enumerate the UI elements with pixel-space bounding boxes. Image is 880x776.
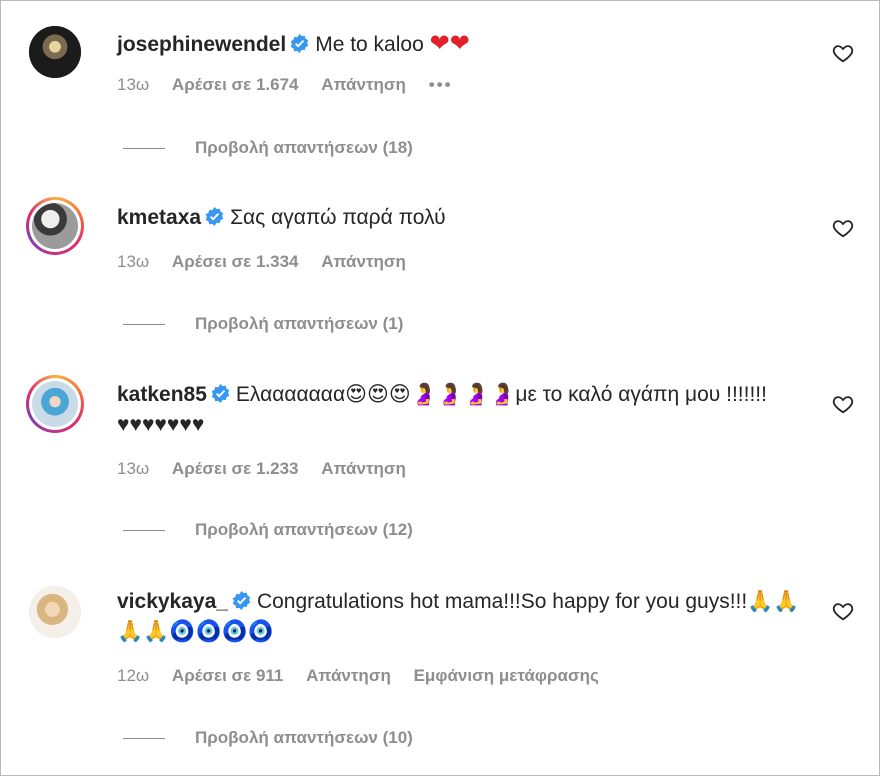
heart-outline-icon[interactable] [832,42,854,64]
show-translation-button[interactable]: Εμφάνιση μετάφρασης [414,666,599,685]
divider [123,148,165,150]
comment-body: katken85 Ελααααααα😍😍😍🤰🤰🤰🤰με το καλό αγάπη… [117,380,800,440]
comment-time: 12ω [117,666,150,685]
username[interactable]: kmetaxa [117,206,201,229]
view-replies-label: Προβολή απαντήσεων (1) [195,314,404,333]
avatar[interactable] [26,197,84,255]
verified-badge-icon [205,207,224,226]
comment-meta: 13ω Αρέσει σε 1.233 Απάντηση [117,459,424,479]
verified-badge-icon [232,591,251,610]
comment-body: kmetaxa Σας αγαπώ παρά πολύ [117,203,800,233]
avatar[interactable] [29,586,81,638]
comment-time: 13ω [117,252,150,271]
reply-button[interactable]: Απάντηση [321,252,406,271]
likes-count[interactable]: Αρέσει σε 1.233 [172,459,299,478]
comment-time: 13ω [117,75,150,94]
likes-count[interactable]: Αρέσει σε 1.674 [172,75,299,94]
view-replies-button[interactable]: Προβολή απαντήσεων (10) [123,728,413,748]
comment-meta: 13ω Αρέσει σε 1.334 Απάντηση [117,252,424,272]
avatar[interactable] [26,375,84,433]
view-replies-label: Προβολή απαντήσεων (10) [195,728,413,747]
likes-count[interactable]: Αρέσει σε 911 [172,666,283,685]
verified-badge-icon [211,384,230,403]
comment-text: Me to kaloo [315,33,424,56]
comment-meta: 13ω Αρέσει σε 1.674 Απάντηση ••• [117,75,471,95]
comment-body: josephinewendel Me to kaloo ❤❤ [117,28,800,60]
divider [123,738,165,740]
view-replies-label: Προβολή απαντήσεων (12) [195,520,413,539]
comment-time: 13ω [117,459,150,478]
view-replies-button[interactable]: Προβολή απαντήσεων (1) [123,314,403,334]
reply-button[interactable]: Απάντηση [321,459,406,478]
username[interactable]: katken85 [117,383,207,406]
heart-outline-icon[interactable] [832,600,854,622]
more-options-icon[interactable]: ••• [429,75,453,94]
view-replies-button[interactable]: Προβολή απαντήσεων (12) [123,520,413,540]
red-heart-emoji: ❤❤ [429,29,470,57]
view-replies-label: Προβολή απαντήσεων (18) [195,138,413,157]
view-replies-button[interactable]: Προβολή απαντήσεων (18) [123,138,413,158]
likes-count[interactable]: Αρέσει σε 1.334 [172,252,299,271]
divider [123,530,165,532]
comment-body: vickykaya_ Congratulations hot mama!!!So … [117,587,800,647]
heart-outline-icon[interactable] [832,393,854,415]
reply-button[interactable]: Απάντηση [321,75,406,94]
divider [123,324,165,326]
avatar[interactable] [29,26,81,78]
comment-meta: 12ω Αρέσει σε 911 Απάντηση Εμφάνιση μετά… [117,666,617,686]
reply-button[interactable]: Απάντηση [306,666,391,685]
username[interactable]: vickykaya_ [117,590,228,613]
verified-badge-icon [290,34,309,53]
comment-text: Σας αγαπώ παρά πολύ [230,206,446,229]
username[interactable]: josephinewendel [117,33,286,56]
heart-outline-icon[interactable] [832,217,854,239]
